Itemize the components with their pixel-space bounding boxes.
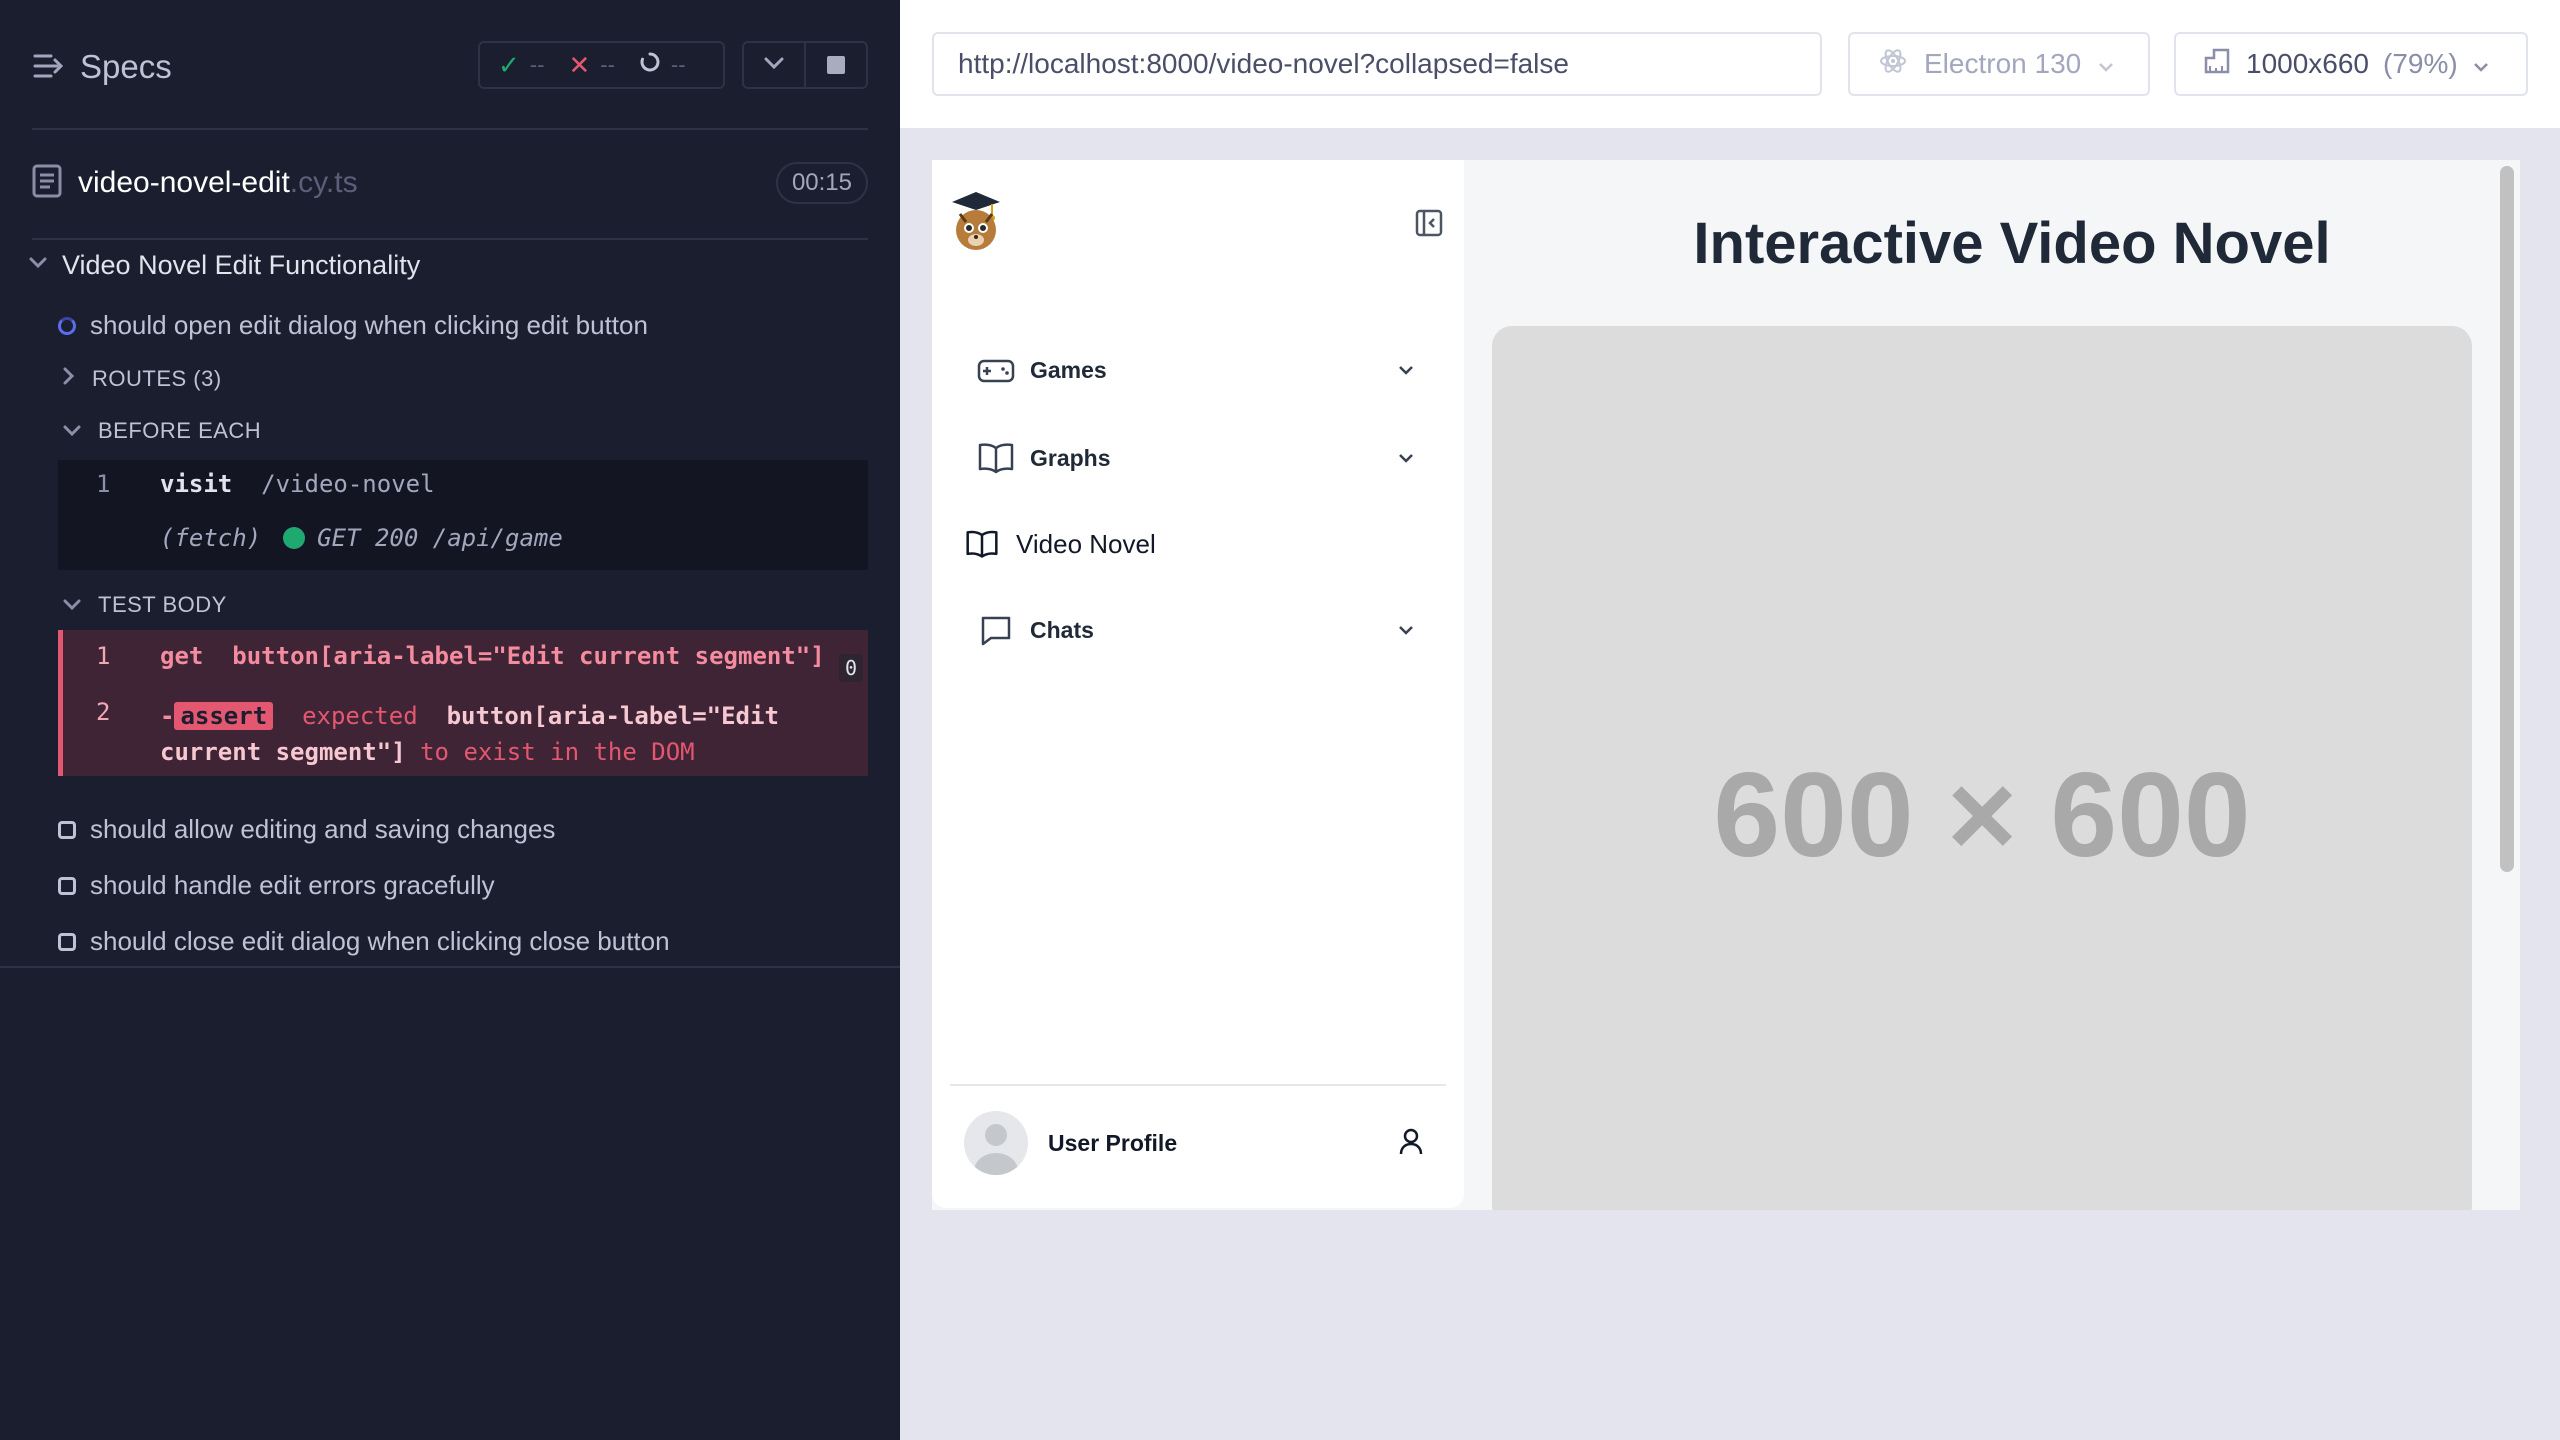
test-row[interactable]: should handle edit errors gracefully: [58, 870, 495, 901]
auto-scroll-button[interactable]: [744, 43, 804, 87]
chevron-down-icon: [28, 256, 48, 275]
chevron-down-icon: [1396, 616, 1416, 643]
routes-toggle[interactable]: ROUTES (3): [62, 366, 222, 392]
profile-name: User Profile: [1048, 1129, 1178, 1156]
command-number: 1: [96, 470, 111, 498]
pending-icon: [639, 51, 661, 79]
test-body-toggle[interactable]: TEST BODY: [62, 592, 227, 618]
nav-item-games[interactable]: Games: [976, 342, 1416, 398]
test-row-running[interactable]: should open edit dialog when clicking ed…: [58, 310, 648, 341]
sidebar-divider: [950, 1084, 1446, 1086]
reporter-bottom-divider: [0, 966, 900, 968]
test-body-commands: 1 get button[aria-label="Edit current se…: [58, 630, 868, 776]
user-profile[interactable]: User Profile: [964, 1110, 1434, 1176]
nav-item-video-novel[interactable]: Video Novel: [962, 516, 1402, 572]
avatar: [964, 1111, 1028, 1175]
test-title: should allow editing and saving changes: [90, 814, 556, 844]
sidebar-collapse-button[interactable]: [1414, 208, 1444, 238]
nav-label: Games: [1030, 356, 1107, 383]
assert-command: - assert expected button[aria-label="Edit…: [160, 702, 779, 766]
zoom-level: (79%): [2383, 48, 2458, 79]
check-icon: ✓: [498, 49, 520, 80]
book-open-icon: [976, 438, 1016, 478]
placeholder-label: 600 × 600: [1713, 748, 2251, 882]
running-spinner-icon: [58, 316, 76, 335]
chat-icon: [976, 610, 1016, 650]
fetch-message: GET 200 /api/game: [317, 524, 563, 552]
page-title: Interactive Video Novel: [1693, 211, 2331, 276]
command-message: /video-novel: [261, 470, 435, 498]
command-name: visit /video-novel: [160, 470, 435, 498]
command-row[interactable]: 1 get button[aria-label="Edit current se…: [63, 642, 873, 682]
test-row[interactable]: should close edit dialog when clicking c…: [58, 926, 670, 957]
browser-selector[interactable]: Electron 130: [1848, 32, 2150, 96]
failed-stat: ✕ --: [568, 49, 615, 80]
spec-file-name[interactable]: video-novel-edit.cy.ts: [78, 166, 358, 200]
video-placeholder-image: 600 × 600: [1492, 326, 2472, 1210]
test-stats: ✓ -- ✕ -- --: [478, 41, 725, 89]
chevron-down-icon: [1396, 356, 1416, 383]
gamepad-icon: [976, 350, 1016, 390]
before-each-commands: 1 visit /video-novel (fetch) GET 200 /ap…: [58, 460, 868, 570]
nav-label: Chats: [1030, 616, 1094, 643]
run-duration: 00:15: [775, 162, 868, 204]
app-sidebar: Games Graphs Video Novel Chats User Prof…: [932, 160, 1464, 1208]
reporter-panel: Specs ✓ -- ✕ -- -- video-novel-edit.cy.t…: [0, 0, 900, 1440]
pending-stat: --: [639, 51, 686, 79]
reporter-header: Specs ✓ -- ✕ -- --: [0, 0, 900, 130]
chevron-down-icon: [1396, 444, 1416, 471]
suite-row[interactable]: Video Novel Edit Functionality: [28, 250, 420, 281]
chevron-down-icon: [2097, 48, 2115, 80]
test-title: should open edit dialog when clicking ed…: [90, 310, 648, 340]
test-title: should close edit dialog when clicking c…: [90, 926, 670, 956]
command-message: button[aria-label="Edit current segment"…: [232, 642, 825, 670]
suite-title: Video Novel Edit Functionality: [62, 250, 421, 280]
stop-button[interactable]: [804, 43, 866, 87]
nav-label: Graphs: [1030, 444, 1111, 471]
pending-test-icon: [58, 876, 76, 895]
file-divider: [32, 238, 868, 240]
pending-test-icon: [58, 820, 76, 839]
file-icon: [32, 164, 62, 203]
chevron-down-icon: [62, 592, 82, 618]
viewport-size: 1000x660: [2246, 48, 2370, 79]
command-number: 1: [96, 642, 111, 670]
test-title: should handle edit errors gracefully: [90, 870, 495, 900]
before-each-toggle[interactable]: BEFORE EACH: [62, 418, 261, 444]
book-open-icon: [962, 524, 1002, 564]
app-under-test: Games Graphs Video Novel Chats User Prof…: [932, 160, 2520, 1210]
spec-file-row: video-novel-edit.cy.ts 00:15: [32, 158, 868, 208]
command-name: get button[aria-label="Edit current segm…: [160, 642, 825, 670]
user-icon[interactable]: [1396, 1126, 1426, 1161]
chevron-down-icon: [2472, 48, 2490, 80]
pending-test-icon: [58, 932, 76, 951]
electron-icon: [1878, 46, 1908, 83]
scrollbar[interactable]: [2500, 166, 2514, 872]
app-logo[interactable]: [948, 188, 1002, 254]
stop-icon: [827, 56, 845, 74]
aut-header: http://localhost:8000/video-novel?collap…: [900, 0, 2560, 128]
url-bar[interactable]: http://localhost:8000/video-novel?collap…: [932, 32, 1822, 96]
passed-stat: ✓ --: [498, 49, 545, 80]
element-count-badge: 0: [838, 654, 863, 682]
assert-badge: assert: [174, 702, 274, 730]
specs-list-toggle-icon[interactable]: [32, 46, 66, 86]
nav-item-graphs[interactable]: Graphs: [976, 430, 1416, 486]
test-row[interactable]: should allow editing and saving changes: [58, 814, 555, 845]
browser-label: Electron 130: [1924, 48, 2082, 79]
chevron-down-icon: [62, 418, 82, 444]
viewport-selector[interactable]: 1000x660 (79%): [2174, 32, 2528, 96]
nav-item-chats[interactable]: Chats: [976, 602, 1416, 658]
command-number: 2: [96, 698, 111, 726]
chevron-down-icon: [763, 56, 785, 75]
specs-title[interactable]: Specs: [80, 48, 172, 86]
x-icon: ✕: [568, 49, 591, 80]
status-ok-dot: [283, 527, 306, 549]
ruler-icon: [2202, 46, 2232, 83]
header-divider: [32, 128, 868, 130]
fetch-event-row[interactable]: (fetch) GET 200 /api/game: [160, 524, 563, 552]
chevron-right-icon: [62, 366, 76, 392]
nav-label: Video Novel: [1016, 528, 1156, 559]
run-controls: [742, 41, 868, 89]
